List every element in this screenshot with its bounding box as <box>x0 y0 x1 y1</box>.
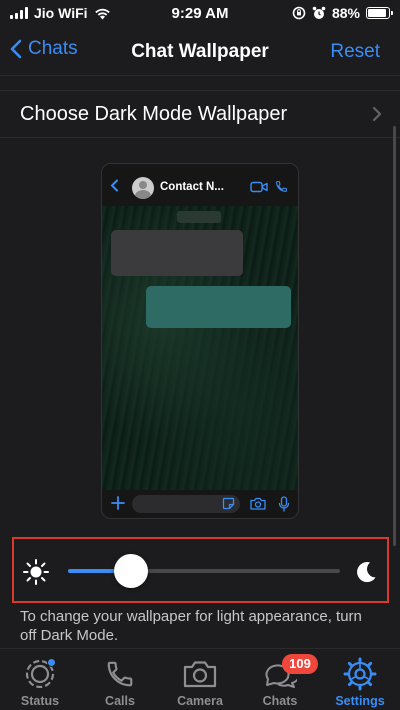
tab-settings-label: Settings <box>335 694 385 708</box>
wallpaper-dimming-control <box>12 537 389 603</box>
preview-video-call-icon <box>250 181 268 193</box>
choose-dark-mode-wallpaper-row[interactable]: Choose Dark Mode Wallpaper <box>0 90 400 138</box>
dark-mode-info-text: To change your wallpaper for light appea… <box>20 608 362 644</box>
unread-chats-badge: 109 <box>282 654 318 674</box>
tab-bar: Status Calls Camera 109 Chats Settings <box>0 648 400 710</box>
main-content: Choose Dark Mode Wallpaper Contact N... <box>0 76 400 648</box>
tab-camera[interactable]: Camera <box>160 649 240 710</box>
moon-icon <box>357 562 376 583</box>
status-bar: Jio WiFi 9:29 AM 88% <box>0 0 400 30</box>
preview-input-bar <box>102 490 298 518</box>
tab-status[interactable]: Status <box>0 649 80 710</box>
navigation-bar: Chats Chat Wallpaper Reset <box>0 30 400 76</box>
tab-camera-label: Camera <box>177 694 223 708</box>
preview-camera-icon <box>250 497 266 510</box>
battery-percent: 88% <box>331 5 360 21</box>
tab-chats-label: Chats <box>262 694 298 708</box>
battery-icon <box>366 7 393 19</box>
status-update-dot <box>47 658 56 667</box>
tab-settings[interactable]: Settings <box>320 649 400 710</box>
camera-icon <box>183 661 217 688</box>
tab-calls[interactable]: Calls <box>80 649 160 710</box>
preview-back-chevron-icon <box>110 179 118 192</box>
preview-incoming-bubble <box>111 230 243 276</box>
battery-level <box>368 9 386 17</box>
scroll-indicator <box>393 126 396 546</box>
preview-sticker-icon <box>222 497 235 510</box>
tab-chats[interactable]: 109 Chats <box>240 649 320 710</box>
dimming-slider-thumb[interactable] <box>113 554 148 588</box>
choose-wallpaper-label: Choose Dark Mode Wallpaper <box>20 103 288 125</box>
preview-chat-header: Contact N... <box>102 164 298 206</box>
tab-calls-label: Calls <box>105 694 135 708</box>
reset-button[interactable]: Reset <box>330 41 380 63</box>
dimming-slider-track[interactable] <box>68 569 340 573</box>
status-bar-right: 88% <box>292 5 393 21</box>
preview-avatar <box>132 177 154 199</box>
preview-plus-icon <box>111 496 125 510</box>
tab-status-label: Status <box>20 694 60 708</box>
orientation-lock-icon <box>292 6 306 20</box>
preview-microphone-icon <box>278 496 290 512</box>
phone-icon <box>107 661 133 687</box>
alarm-icon <box>312 6 326 19</box>
preview-wallpaper-image <box>102 206 298 492</box>
gear-icon <box>343 657 377 691</box>
preview-outgoing-bubble <box>146 286 291 328</box>
preview-date-pill <box>177 211 221 223</box>
chevron-right-icon <box>372 106 382 122</box>
wallpaper-preview: Contact N... <box>101 163 299 519</box>
preview-phone-icon <box>276 181 287 192</box>
preview-contact-name: Contact N... <box>160 181 224 193</box>
sun-icon <box>23 559 49 585</box>
